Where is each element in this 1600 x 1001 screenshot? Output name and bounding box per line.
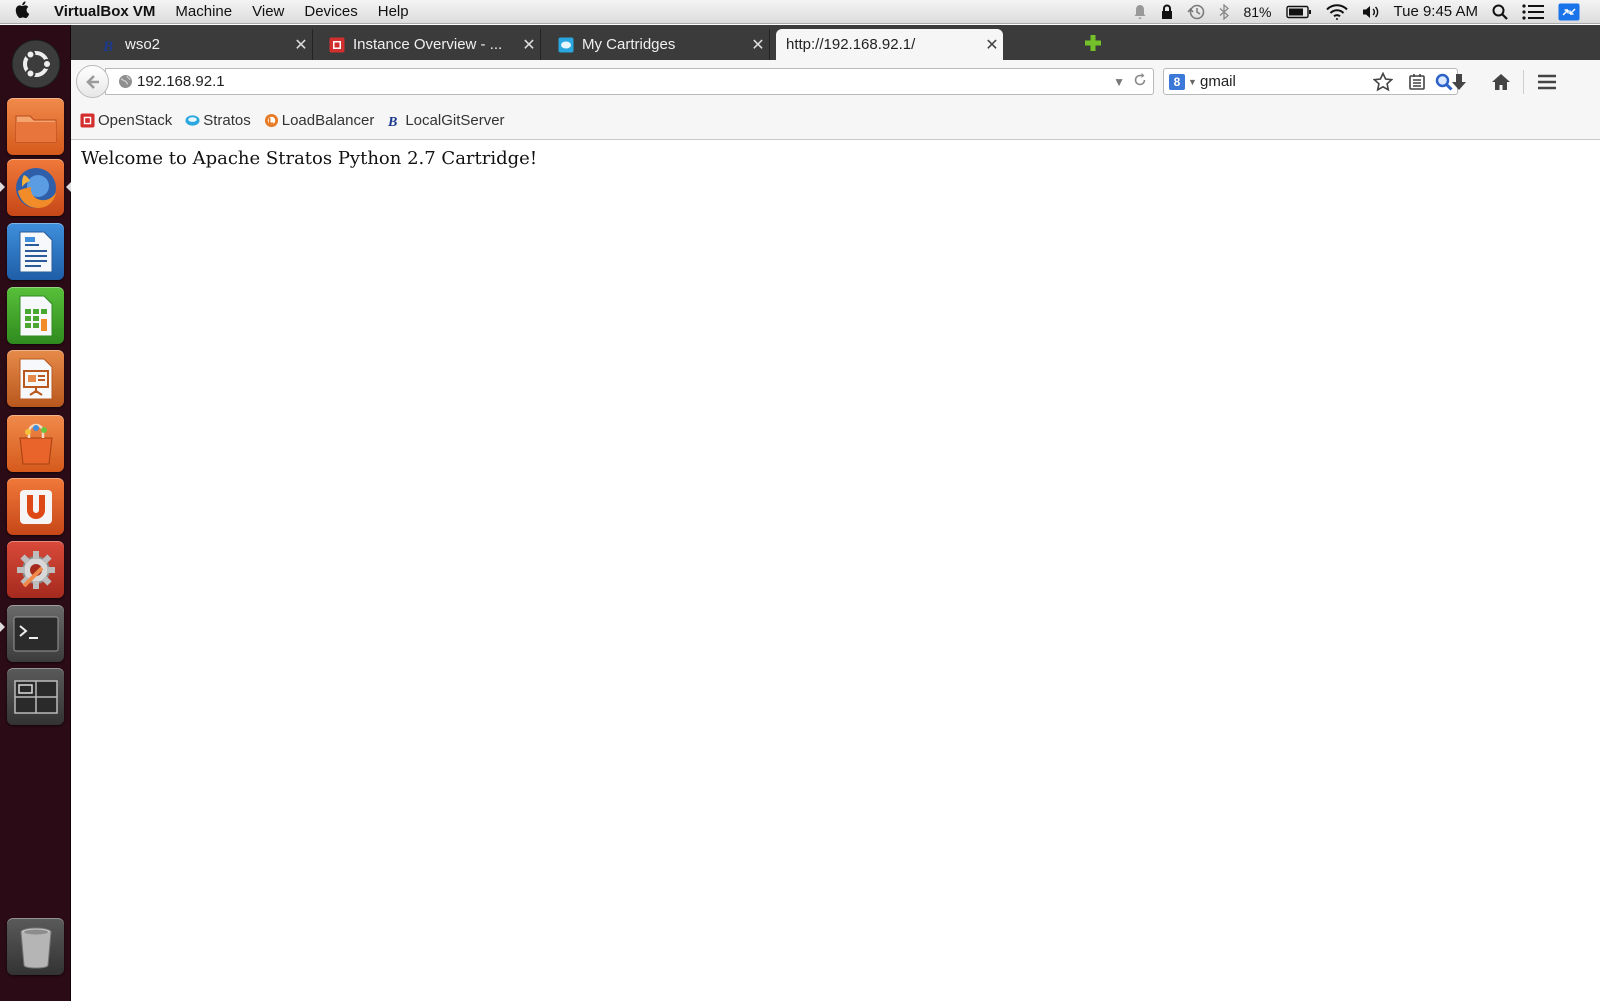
notification-bell-icon[interactable]	[1133, 4, 1147, 20]
toolbar-separator	[1523, 70, 1524, 94]
lock-icon[interactable]	[1161, 4, 1173, 20]
close-icon[interactable]: ✕	[518, 35, 540, 55]
bookmark-localgitserver[interactable]: B LocalGitServer	[387, 112, 505, 130]
bookmark-loadbalancer[interactable]: LoadBalancer	[264, 112, 375, 129]
menu-devices[interactable]: Devices	[294, 3, 367, 20]
tab-label: wso2	[125, 36, 161, 53]
bookmark-label: OpenStack	[98, 112, 173, 129]
tab-label: Instance Overview - ...	[353, 36, 503, 53]
bookmark-label: Stratos	[203, 112, 251, 129]
bookmark-star-icon[interactable]	[1371, 70, 1395, 94]
openstack-icon	[80, 113, 95, 128]
impress-icon[interactable]	[7, 350, 64, 407]
wso2-b-icon: B	[101, 37, 117, 55]
unity-launcher	[0, 25, 71, 1001]
back-button[interactable]	[76, 65, 109, 98]
chevron-down-icon: ▼	[1188, 76, 1197, 87]
close-icon[interactable]: ✕	[290, 35, 312, 55]
software-center-icon[interactable]	[7, 415, 64, 472]
svg-text:B: B	[102, 39, 113, 53]
google-icon: 8	[1169, 73, 1185, 90]
battery-icon[interactable]	[1285, 5, 1312, 19]
virtualbox-scale-icon[interactable]	[1558, 3, 1580, 21]
spotlight-search-icon[interactable]	[1492, 4, 1508, 20]
hamburger-menu-icon[interactable]	[1535, 70, 1559, 94]
volume-icon[interactable]	[1362, 4, 1380, 20]
menu-view[interactable]: View	[242, 3, 294, 20]
reload-icon[interactable]	[1133, 73, 1147, 90]
apple-menu-icon[interactable]	[0, 0, 44, 23]
active-app-indicator	[0, 182, 5, 192]
close-icon[interactable]: ✕	[747, 35, 769, 55]
menu-machine[interactable]: Machine	[165, 3, 242, 20]
calc-icon[interactable]	[7, 287, 64, 344]
tab-wso2[interactable]: B wso2 ✕	[91, 29, 313, 60]
bookmark-label: LoadBalancer	[281, 112, 375, 129]
ubuntu-dash-icon[interactable]	[7, 35, 64, 92]
menu-help[interactable]: Help	[368, 3, 419, 20]
tab-instance-overview[interactable]: Instance Overview - ... ✕	[319, 29, 541, 60]
time-machine-icon[interactable]	[1187, 4, 1205, 20]
tab-active-page[interactable]: http://192.168.92.1/ ✕	[776, 29, 1003, 60]
search-engine-selector[interactable]: 8 ▼	[1164, 73, 1200, 90]
home-icon[interactable]	[1489, 70, 1513, 94]
search-input[interactable]: gmail	[1200, 73, 1431, 90]
bookmarks-menu-icon[interactable]	[1405, 70, 1429, 94]
trash-icon[interactable]	[7, 918, 64, 975]
bookmark-stratos[interactable]: Stratos	[185, 112, 251, 129]
tab-strip: B wso2 ✕ Instance Overview - ... ✕ My Ca…	[71, 25, 1600, 60]
stratos-icon	[185, 113, 200, 128]
loadbalancer-icon	[264, 113, 279, 128]
page-content: Welcome to Apache Stratos Python 2.7 Car…	[71, 140, 1600, 1001]
new-tab-plus-icon[interactable]	[1082, 33, 1104, 55]
tab-my-cartridges[interactable]: My Cartridges ✕	[548, 29, 770, 60]
bookmark-label: LocalGitServer	[405, 112, 505, 129]
terminal-icon[interactable]	[7, 605, 64, 662]
system-settings-icon[interactable]	[7, 541, 64, 598]
bookmark-openstack[interactable]: OpenStack	[80, 112, 172, 129]
firefox-icon[interactable]	[7, 159, 64, 216]
battery-percent[interactable]: 81%	[1243, 4, 1271, 20]
close-icon[interactable]: ✕	[981, 35, 1003, 55]
running-app-indicator	[0, 622, 5, 632]
url-bar[interactable]: 192.168.92.1 ▼	[105, 68, 1154, 95]
bluetooth-icon[interactable]	[1219, 3, 1230, 20]
stratos-icon	[558, 37, 574, 53]
tab-label: http://192.168.92.1/	[786, 36, 916, 53]
url-history-dropdown-icon[interactable]: ▼	[1113, 75, 1125, 89]
notification-center-icon[interactable]	[1522, 3, 1544, 20]
url-text: 192.168.92.1	[137, 73, 225, 90]
mac-menu-bar: VirtualBox VM Machine View Devices Help …	[0, 0, 1600, 24]
bookmarks-toolbar: OpenStack Stratos LoadBalancer B LocalGi…	[71, 102, 1600, 140]
globe-icon[interactable]	[118, 74, 133, 89]
workspace-switcher-icon[interactable]	[7, 668, 64, 725]
welcome-message: Welcome to Apache Stratos Python 2.7 Car…	[81, 148, 538, 169]
wso2-b-icon: B	[387, 113, 402, 130]
tab-label: My Cartridges	[582, 36, 676, 53]
download-icon[interactable]	[1447, 70, 1471, 94]
ubuntu-one-icon[interactable]	[7, 478, 64, 535]
navigation-toolbar: 192.168.92.1 ▼ 8 ▼ gmail	[71, 60, 1600, 102]
wifi-icon[interactable]	[1325, 3, 1348, 20]
menu-app-name[interactable]: VirtualBox VM	[44, 3, 165, 20]
clock[interactable]: Tue 9:45 AM	[1394, 3, 1479, 20]
writer-icon[interactable]	[7, 223, 64, 280]
files-icon[interactable]	[7, 98, 64, 155]
status-area: 81% Tue 9:45 AM	[1133, 3, 1600, 21]
openstack-icon	[329, 37, 345, 53]
svg-text:B: B	[387, 114, 397, 128]
